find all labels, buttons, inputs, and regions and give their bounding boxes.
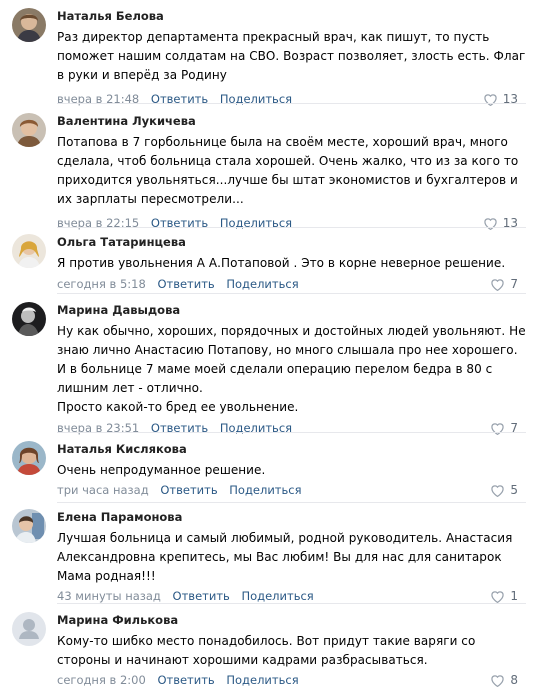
comment-text-line: Кому-то шибко место понадобилось. Вот пр… (57, 634, 476, 667)
avatar[interactable] (12, 8, 46, 42)
heart-icon (491, 590, 505, 603)
comment-author[interactable]: Валентина Лукичева (57, 113, 526, 129)
comment-text: Раз директор департамента прекрасный вра… (57, 28, 526, 85)
comment-meta: три часа назад Ответить Поделиться 5 (57, 482, 526, 498)
comment-author[interactable]: Марина Давыдова (57, 302, 526, 318)
comment-text-line: Очень непродуманное решение. (57, 463, 266, 477)
comment-text-line: Раз директор департамента прекрасный вра… (57, 30, 526, 82)
comment-time[interactable]: три часа назад (57, 483, 149, 497)
comment-text-line: Потапова в 7 горбольнице была на своём м… (57, 135, 519, 206)
comment-text: Я против увольнения А А.Потаповой . Это … (57, 254, 526, 273)
comment-item: Марина Давыдова Ну как обычно, хороших, … (0, 294, 540, 435)
reply-link[interactable]: Ответить (157, 277, 214, 291)
like-button[interactable]: 8 (490, 672, 526, 688)
share-link[interactable]: Поделиться (229, 483, 301, 497)
comment-time[interactable]: сегодня в 5:18 (57, 277, 146, 291)
comment-text: Ну как обычно, хороших, порядочных и дос… (57, 322, 526, 417)
comment-text-line: Просто какой-то бред ее увольнение. (57, 400, 299, 414)
like-count: 5 (510, 483, 518, 497)
comment-author[interactable]: Елена Парамонова (57, 509, 526, 525)
comment-item: Ольга Татаринцева Я против увольнения А … (0, 228, 540, 294)
comment-item: Наталья Кислякова Очень непродуманное ре… (0, 433, 540, 503)
comment-item: Елена Парамонова Лучшая больница и самый… (0, 503, 540, 604)
avatar[interactable] (12, 612, 46, 646)
share-link[interactable]: Поделиться (226, 673, 298, 687)
share-link[interactable]: Поделиться (226, 277, 298, 291)
comment-item: Наталья Белова Раз директор департамента… (0, 0, 540, 106)
comment-meta: 43 минуты назад Ответить Поделиться 1 (57, 588, 526, 604)
avatar[interactable] (12, 509, 46, 543)
comment-author[interactable]: Марина Филькова (57, 612, 526, 628)
reply-link[interactable]: Ответить (173, 589, 230, 603)
comment-author[interactable]: Наталья Кислякова (57, 441, 526, 457)
share-link[interactable]: Поделиться (241, 589, 313, 603)
comment-meta: сегодня в 2:00 Ответить Поделиться 8 (57, 672, 526, 688)
like-button[interactable]: 1 (490, 588, 526, 604)
comment-text: Кому-то шибко место понадобилось. Вот пр… (57, 632, 526, 670)
like-count: 8 (510, 673, 518, 687)
avatar[interactable] (12, 302, 46, 336)
heart-icon (491, 278, 505, 291)
comment-item: Марина Филькова Кому-то шибко место пона… (0, 604, 540, 687)
comment-text-line: Ну как обычно, хороших, порядочных и дос… (57, 324, 526, 395)
like-count: 7 (510, 277, 518, 291)
avatar[interactable] (12, 234, 46, 268)
comment-text-line: Я против увольнения А А.Потаповой . Это … (57, 256, 506, 270)
comment-item: Валентина Лукичева Потапова в 7 горбольн… (0, 104, 540, 230)
reply-link[interactable]: Ответить (157, 673, 214, 687)
comment-author[interactable]: Наталья Белова (57, 8, 526, 24)
like-button[interactable]: 5 (490, 482, 526, 498)
avatar[interactable] (12, 113, 46, 147)
like-count: 1 (510, 589, 518, 603)
comment-meta: сегодня в 5:18 Ответить Поделиться 7 (57, 276, 526, 292)
comment-text: Очень непродуманное решение. (57, 461, 526, 480)
reply-link[interactable]: Ответить (160, 483, 217, 497)
heart-icon (491, 674, 505, 687)
comment-text-line: Лучшая больница и самый любимый, родной … (57, 531, 513, 583)
comment-text: Лучшая больница и самый любимый, родной … (57, 529, 526, 586)
heart-icon (491, 484, 505, 497)
comment-author[interactable]: Ольга Татаринцева (57, 234, 526, 250)
avatar[interactable] (12, 441, 46, 475)
like-button[interactable]: 7 (490, 276, 526, 292)
comment-time[interactable]: сегодня в 2:00 (57, 673, 146, 687)
comment-text: Потапова в 7 горбольнице была на своём м… (57, 133, 526, 209)
comment-time[interactable]: 43 минуты назад (57, 589, 161, 603)
default-avatar-icon (12, 612, 46, 646)
